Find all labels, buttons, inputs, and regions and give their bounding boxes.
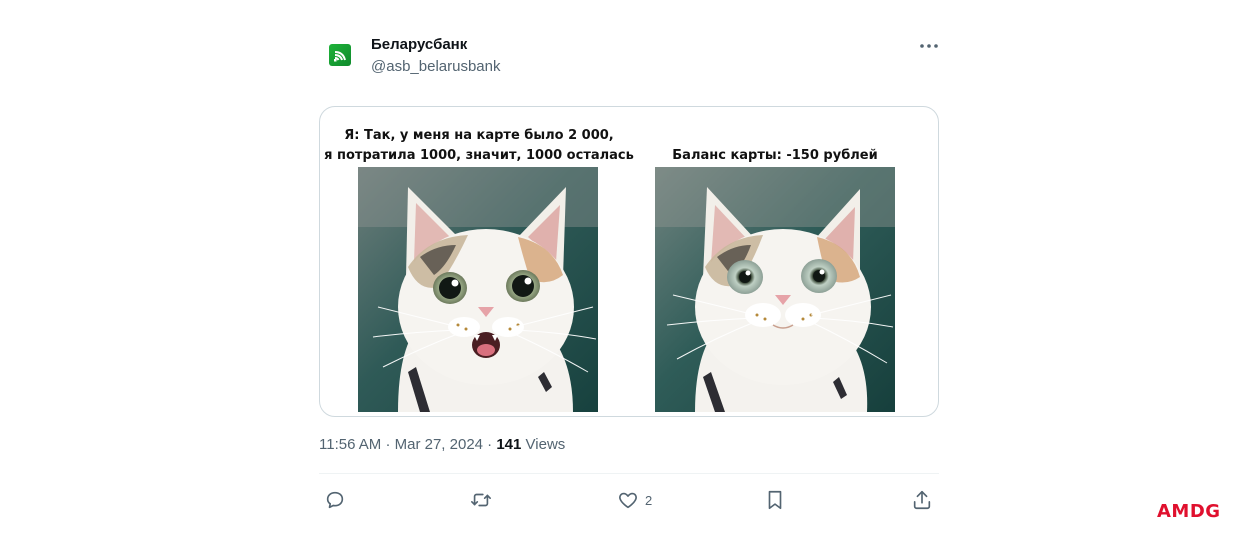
more-horizontal-icon	[920, 44, 938, 48]
meta-separator: ·	[385, 436, 391, 453]
share-icon	[913, 490, 931, 510]
views-label: Views	[525, 436, 566, 453]
belarusbank-logo-icon	[334, 51, 346, 62]
more-button[interactable]	[917, 34, 941, 58]
divider	[319, 473, 939, 474]
heart-icon	[619, 492, 637, 509]
bookmark-button[interactable]	[764, 488, 786, 512]
right-cat-photo	[655, 167, 895, 412]
retweet-icon	[471, 493, 491, 507]
retweet-button[interactable]	[470, 488, 492, 512]
like-button[interactable]: 2	[617, 488, 652, 512]
left-caption-line1: Я: Так, у меня на карте было 2 000,	[320, 126, 638, 146]
tweet-meta: 11:56 AM · Mar 27, 2024 · 141 Views	[319, 435, 565, 455]
tweet-media[interactable]: Я: Так, у меня на карте было 2 000, я по…	[319, 106, 939, 417]
right-caption: Баланс карты: -150 рублей	[672, 148, 878, 163]
tweet: Беларусбанк @asb_belarusbank Я: Так, у м…	[319, 30, 939, 530]
left-cat-photo	[358, 167, 598, 412]
amdg-watermark-logo: AMDG	[1157, 501, 1221, 522]
reply-icon	[326, 491, 344, 509]
left-caption: Я: Так, у меня на карте было 2 000, я по…	[320, 126, 638, 166]
like-count: 2	[645, 492, 653, 508]
bookmark-icon	[768, 490, 782, 510]
left-caption-line1-text: Так, у меня на карте было 2 000,	[364, 128, 614, 143]
share-button[interactable]	[911, 488, 933, 512]
avatar[interactable]	[329, 44, 351, 66]
reply-button[interactable]	[324, 488, 346, 512]
tweet-time[interactable]: 11:56 AM	[319, 436, 381, 453]
left-caption-line2: я потратила 1000, значит, 1000 осталась	[324, 148, 634, 163]
meta-separator-2: ·	[487, 436, 493, 453]
author-handle[interactable]: @asb_belarusbank	[371, 57, 500, 77]
left-caption-speaker: Я:	[344, 128, 360, 143]
author-display-name[interactable]: Беларусбанк	[371, 35, 467, 55]
views-count: 141	[496, 436, 522, 453]
tweet-date[interactable]: Mar 27, 2024	[395, 436, 483, 453]
